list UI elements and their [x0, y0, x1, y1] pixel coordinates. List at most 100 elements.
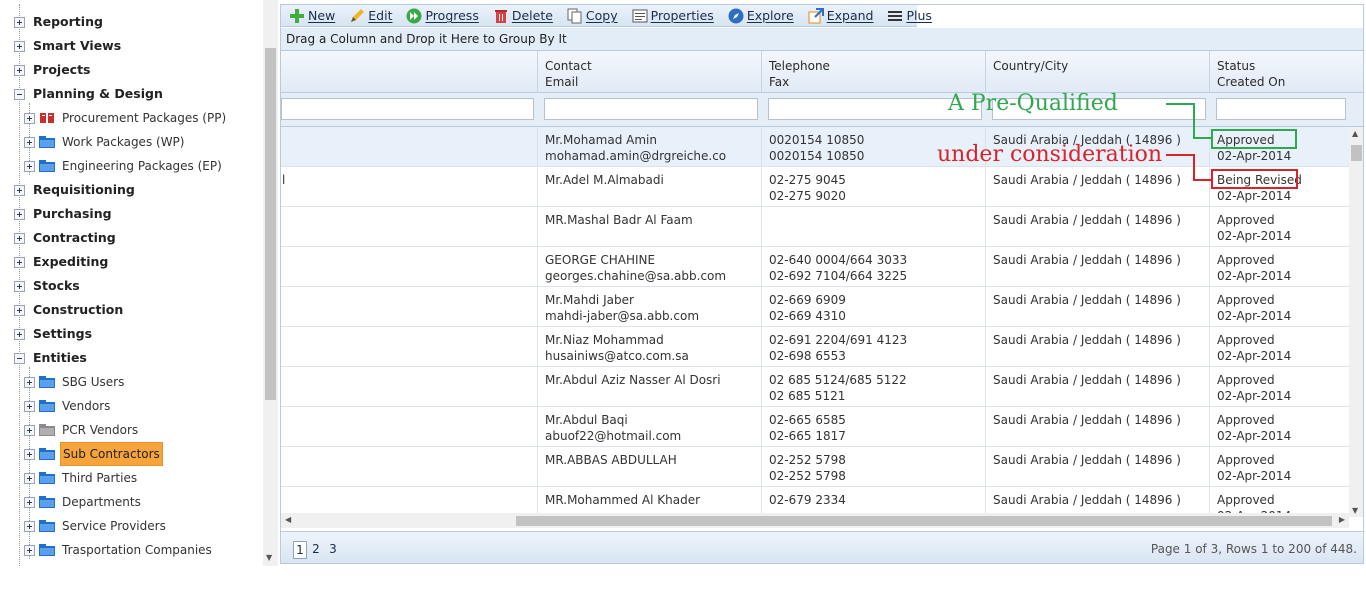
cell-status: Approved 02-Apr-2014 — [1217, 452, 1291, 484]
filter-input-first[interactable] — [281, 98, 534, 120]
expand-icon[interactable] — [24, 424, 35, 436]
scroll-up-arrow-icon[interactable]: ▲ — [1352, 129, 1358, 138]
grid-vertical-scrollbar[interactable]: ▲ ▼ — [1349, 127, 1363, 517]
tree-item-entities[interactable]: Entities — [14, 347, 87, 369]
tree-scrollbar-thumb[interactable] — [265, 48, 276, 400]
column-divider — [537, 367, 538, 407]
scroll-down-arrow-icon[interactable]: ▼ — [266, 553, 272, 562]
copy-button[interactable]: Copy — [567, 8, 618, 24]
tree-item-vendors[interactable]: Vendors — [24, 395, 112, 417]
expand-icon[interactable] — [14, 328, 25, 340]
tree-item-settings[interactable]: Settings — [14, 323, 92, 345]
tree-item-requisitioning[interactable]: Requisitioning — [14, 179, 135, 201]
table-row[interactable]: Mr.Abdul Baqi abuof22@hotmail.com 02-665 6… — [281, 407, 1349, 447]
expand-icon[interactable] — [14, 16, 25, 28]
tree-item-procurement-packages-pp[interactable]: Procurement Packages (PP) — [24, 107, 228, 129]
cell-first: l — [282, 173, 286, 187]
tree-item-construction[interactable]: Construction — [14, 299, 123, 321]
tree-item-service-providers[interactable]: Service Providers — [24, 515, 168, 537]
group-by-drop-area[interactable]: Drag a Column and Drop it Here to Group … — [281, 28, 1363, 51]
collapse-icon[interactable] — [14, 88, 25, 100]
column-header-status[interactable]: Status Created On — [1209, 51, 1349, 93]
tree-item-reporting[interactable]: Reporting — [14, 11, 103, 33]
delete-button[interactable]: Delete — [493, 8, 553, 24]
table-row[interactable]: Mr.Abdul Aziz Nasser Al Dosri 02 685 5124… — [281, 367, 1349, 407]
expand-icon[interactable] — [24, 376, 35, 388]
column-divider — [761, 367, 762, 407]
column-header-telephone[interactable]: Telephone Fax — [761, 51, 985, 93]
collapse-icon[interactable] — [14, 352, 25, 364]
pencil-icon — [351, 8, 365, 22]
tree-item-projects[interactable]: Projects — [14, 59, 91, 81]
expand-icon[interactable] — [14, 256, 25, 268]
expand-icon[interactable] — [24, 448, 35, 460]
tree-item-third-parties[interactable]: Third Parties — [24, 467, 139, 489]
expand-icon[interactable] — [14, 40, 25, 52]
scroll-down-arrow-icon[interactable]: ▼ — [1352, 506, 1358, 515]
column-header-status-line1: Status — [1217, 59, 1256, 73]
table-row[interactable]: GEORGE CHAHINE georges.chahine@sa.abb.com… — [281, 247, 1349, 287]
table-row[interactable]: MR.Mashal Badr Al Faam Saudi Arabia / Jed… — [281, 207, 1349, 247]
column-divider — [761, 247, 762, 287]
tree-item-engineering-packages-ep[interactable]: Engineering Packages (EP) — [24, 155, 224, 177]
page-link-3[interactable]: 3 — [326, 541, 340, 559]
progress-button[interactable]: Progress — [406, 8, 479, 24]
scroll-right-arrow-icon[interactable]: ▶ — [1339, 515, 1345, 524]
column-divider — [537, 407, 538, 447]
cell-telephone: 02-665 6585 02-665 1817 — [769, 412, 846, 444]
created-on-value: 02-Apr-2014 — [1217, 229, 1292, 243]
filter-input-contact[interactable] — [544, 98, 758, 120]
grid-vertical-scrollbar-thumb[interactable] — [1351, 145, 1362, 161]
expand-icon[interactable] — [24, 496, 35, 508]
page-link-2[interactable]: 2 — [309, 541, 323, 559]
expand-button[interactable]: Expand — [808, 7, 873, 24]
explore-button[interactable]: Explore — [728, 8, 794, 24]
tree-scrollbar[interactable]: ▼ — [263, 0, 278, 566]
grid-horizontal-scrollbar[interactable]: ◀ ▶ — [281, 513, 1349, 528]
created-on-value: 02-Apr-2014 — [1217, 269, 1292, 283]
scroll-left-arrow-icon[interactable]: ◀ — [285, 515, 291, 524]
expand-icon[interactable] — [14, 280, 25, 292]
cell-telephone: 02-691 2204/691 4123 02-698 6553 — [769, 332, 907, 364]
plus-menu-button[interactable]: Plus — [887, 8, 932, 24]
expand-icon[interactable] — [14, 184, 25, 196]
new-button[interactable]: New — [289, 8, 335, 24]
expand-icon[interactable] — [24, 400, 35, 412]
table-row[interactable]: MR.ABBAS ABDULLAH 02-252 5798 02-252 5798 S… — [281, 447, 1349, 487]
tree-item-stocks[interactable]: Stocks — [14, 275, 80, 297]
contact-email: husainiws@atco.com.sa — [545, 349, 689, 363]
expand-icon[interactable] — [24, 544, 35, 556]
edit-button[interactable]: Edit — [349, 8, 392, 24]
table-row[interactable]: Mr.Mahdi Jaber mahdi-jaber@sa.abb.com 02-6… — [281, 287, 1349, 327]
tree-item-departments[interactable]: Departments — [24, 491, 143, 513]
tree-item-sbg-users[interactable]: SBG Users — [24, 371, 126, 393]
tree-item-work-packages-wp[interactable]: Work Packages (WP) — [24, 131, 186, 153]
expand-icon[interactable] — [24, 520, 35, 532]
tree-item-planning-design[interactable]: Planning & Design — [14, 83, 163, 105]
cell-telephone: 0020154 10850 0020154 10850 — [769, 132, 864, 164]
expand-icon[interactable] — [14, 64, 25, 76]
expand-icon[interactable] — [24, 472, 35, 484]
expand-icon[interactable] — [24, 160, 35, 172]
filter-input-status[interactable] — [1216, 98, 1346, 120]
expand-icon[interactable] — [14, 208, 25, 220]
tree-item-smart-views[interactable]: Smart Views — [14, 35, 121, 57]
expand-icon[interactable] — [24, 136, 35, 148]
expand-icon[interactable] — [24, 112, 35, 124]
properties-button[interactable]: Properties — [632, 8, 714, 24]
expand-icon[interactable] — [14, 304, 25, 316]
tree-item-contracting[interactable]: Contracting — [14, 227, 116, 249]
tree-item-expediting[interactable]: Expediting — [14, 251, 108, 273]
expand-icon[interactable] — [14, 232, 25, 244]
page-link-1[interactable]: 1 — [293, 541, 307, 559]
tree-item-trasportation-companies[interactable]: Trasportation Companies — [24, 539, 214, 561]
column-header-contact-line2: Email — [545, 75, 579, 89]
column-header-contact[interactable]: Contact Email — [537, 51, 761, 93]
tree-item-sub-contractors[interactable]: Sub Contractors — [24, 442, 163, 466]
tree-item-pcr-vendors[interactable]: PCR Vendors — [24, 419, 140, 441]
column-header-country[interactable]: Country/City — [985, 51, 1209, 93]
blue-folder-icon — [39, 376, 55, 388]
table-row[interactable]: Mr.Niaz Mohammad husainiws@atco.com.sa 02-… — [281, 327, 1349, 367]
grid-horizontal-scrollbar-thumb[interactable] — [516, 516, 1332, 526]
tree-item-purchasing[interactable]: Purchasing — [14, 203, 112, 225]
